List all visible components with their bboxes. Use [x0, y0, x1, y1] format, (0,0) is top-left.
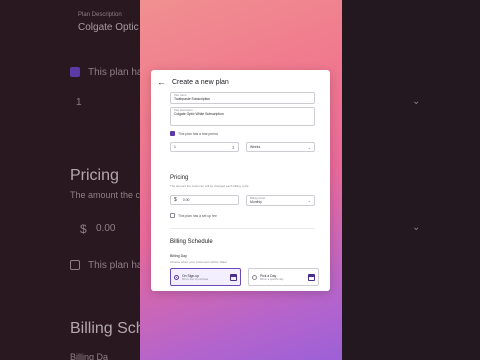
billing-period-value: Monthly: [250, 200, 262, 204]
option-pick-a-day[interactable]: Pick a Day Bill on a specific day: [248, 268, 319, 286]
plan-name-value: Toothpaste Subscription: [174, 97, 211, 101]
section-divider: [170, 228, 315, 229]
ghost-pricing-title: Pricing: [70, 167, 119, 184]
calendar-icon: [230, 273, 237, 281]
dialog-header: ← Create a new plan: [157, 78, 229, 87]
chevron-down-icon: ⌄: [307, 144, 311, 150]
amount-value: 0.00: [182, 198, 190, 202]
ghost-amount: 0.00: [96, 223, 116, 234]
trial-unit-select[interactable]: Weeks ⌄: [246, 142, 315, 152]
ghost-currency: $: [80, 222, 87, 236]
ghost-setup-label: This plan has: [88, 260, 148, 271]
billing-period-text: Billing period Monthly: [250, 197, 265, 204]
plan-name-field[interactable]: Plan name Toothpaste Subscription: [170, 92, 315, 104]
ghost-billing-day: Billing Da: [70, 352, 109, 360]
option-on-signup-sub: Bill on day of purchase: [182, 277, 209, 281]
plan-description-value: Colgate Optic White Subscription: [174, 112, 224, 116]
option-on-signup[interactable]: On Sign-up Bill on day of purchase: [170, 268, 241, 286]
calendar-icon: [308, 273, 315, 281]
currency-symbol: $: [174, 197, 177, 203]
ghost-chevron-icon: ⌄: [412, 96, 421, 107]
billing-period-select[interactable]: Billing period Monthly ⌄: [246, 195, 315, 206]
ghost-setup-checkbox: [70, 260, 80, 270]
trial-checkbox[interactable]: [170, 131, 175, 136]
amount-field[interactable]: $ 0.00: [170, 195, 239, 205]
ghost-plan-checkbox: [70, 67, 80, 77]
trial-checkbox-label: This plan has a trial period: [178, 131, 218, 136]
arrow-left-icon[interactable]: ←: [157, 78, 166, 87]
ghost-interval-value: 1: [76, 97, 82, 108]
chevron-down-icon: ⌄: [307, 198, 311, 203]
ghost-pricing-sub: The amount the c: [70, 190, 141, 200]
trial-length-stepper[interactable]: 1 ⇕: [170, 142, 239, 152]
pricing-title: Pricing: [170, 175, 189, 181]
ghost-plan-checkbox-label: This plan has: [88, 67, 148, 78]
create-plan-dialog: ← Create a new plan Plan name Toothpaste…: [151, 70, 330, 291]
ghost-amount-chevron-icon: ⌄: [412, 222, 421, 233]
trial-checkbox-row[interactable]: This plan has a trial period: [170, 131, 218, 136]
billing-day-subtitle: Choose when your customers will be bille…: [170, 260, 227, 264]
billing-schedule-title: Billing Schedule: [170, 239, 213, 245]
setup-fee-checkbox[interactable]: [170, 213, 175, 218]
right-background-band: [342, 0, 480, 360]
dialog-title: Create a new plan: [172, 79, 229, 86]
option-on-signup-text: On Sign-up Bill on day of purchase: [182, 274, 227, 281]
ghost-description-label: Plan Description: [78, 12, 122, 18]
radio-pick-a-day[interactable]: [252, 274, 257, 280]
radio-on-signup[interactable]: [174, 274, 179, 280]
trial-unit-value: Weeks: [250, 145, 261, 149]
trial-length-value: 1: [174, 145, 176, 149]
setup-fee-label: This plan has a set up fee: [178, 213, 217, 218]
plan-description-field[interactable]: Plan description Colgate Optic White Sub…: [170, 107, 315, 126]
option-pick-a-day-sub: Bill on a specific day: [260, 277, 284, 281]
pricing-subtitle: The amount the customer will be charged …: [170, 184, 249, 188]
setup-fee-row[interactable]: This plan has a set up fee: [170, 213, 217, 218]
stepper-icon[interactable]: ⇕: [232, 145, 235, 150]
billing-day-title: Billing Day: [170, 254, 187, 258]
option-pick-a-day-text: Pick a Day Bill on a specific day: [260, 274, 305, 281]
